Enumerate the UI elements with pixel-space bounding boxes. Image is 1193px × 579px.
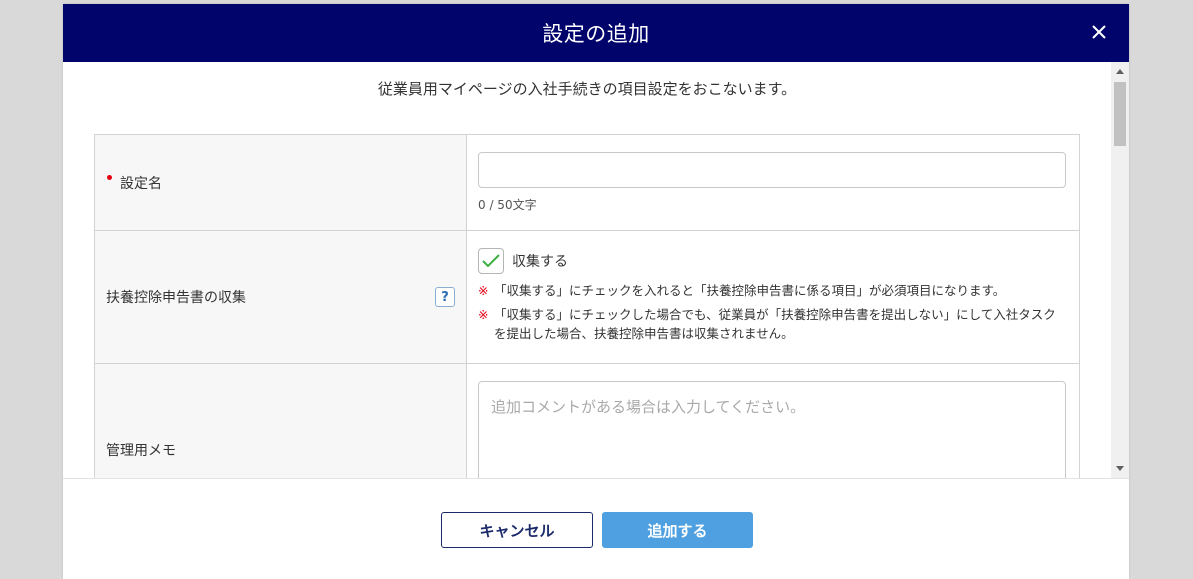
close-button[interactable]: [1088, 21, 1110, 43]
note-mark: ※: [478, 307, 489, 322]
form-value-cell: 0 / 50文字: [467, 135, 1079, 230]
note-text: 「収集する」にチェックを入れると「扶養控除申告書に係る項目」が必須項目になります…: [494, 283, 1006, 298]
dependent-form-label: 扶養控除申告書の収集: [106, 290, 246, 306]
form-row-name: 設定名 0 / 50文字: [95, 135, 1079, 231]
help-button[interactable]: ?: [435, 287, 455, 307]
setting-name-input[interactable]: [478, 152, 1066, 188]
add-button[interactable]: 追加する: [602, 512, 753, 548]
memo-label: 管理用メモ: [106, 443, 176, 459]
scroll-down-arrow-icon[interactable]: [1116, 466, 1124, 471]
collect-checkbox-row[interactable]: 収集する: [478, 248, 568, 274]
cancel-button[interactable]: キャンセル: [441, 512, 593, 548]
memo-textarea[interactable]: 追加コメントがある場合は入力してください。: [478, 381, 1066, 478]
note-not-collected: ※ 「収集する」にチェックした場合でも、従業員が「扶養控除申告書を提出しない」に…: [478, 305, 1058, 343]
settings-form: 設定名 0 / 50文字 扶養控除申告書の収集 ? 収集する ※ 「収集する」に…: [94, 134, 1080, 478]
form-label-cell: 管理用メモ: [95, 364, 467, 478]
modal-header: 設定の追加: [63, 4, 1129, 62]
setting-name-label: 設定名: [120, 175, 162, 192]
collect-checkbox-label: 収集する: [512, 254, 568, 270]
note-text: 「収集する」にチェックした場合でも、従業員が「扶養控除申告書を提出しない」にして…: [494, 307, 1056, 341]
required-indicator: [107, 175, 112, 180]
form-row-dependent-form: 扶養控除申告書の収集 ? 収集する ※ 「収集する」にチェックを入れると「扶養控…: [95, 231, 1079, 364]
scroll-up-arrow-icon[interactable]: [1116, 69, 1124, 74]
note-mark: ※: [478, 283, 489, 298]
modal-title: 設定の追加: [542, 22, 650, 46]
close-icon: [1092, 25, 1106, 39]
modal-footer: キャンセル 追加する: [63, 478, 1129, 579]
form-value-cell: 収集する ※ 「収集する」にチェックを入れると「扶養控除申告書に係る項目」が必須…: [467, 231, 1079, 363]
modal-body: 従業員用マイページの入社手続きの項目設定をおこないます。 設定名 0 / 50文…: [63, 62, 1129, 478]
note-required-items: ※ 「収集する」にチェックを入れると「扶養控除申告書に係る項目」が必須項目になり…: [478, 281, 1005, 300]
scroll-thumb[interactable]: [1114, 82, 1126, 146]
settings-add-modal: 設定の追加 従業員用マイページの入社手続きの項目設定をおこないます。 設定名 0: [63, 4, 1129, 579]
form-label-cell: 扶養控除申告書の収集 ?: [95, 231, 467, 363]
modal-scroll-content: 従業員用マイページの入社手続きの項目設定をおこないます。 設定名 0 / 50文…: [63, 62, 1111, 478]
form-row-memo: 管理用メモ 追加コメントがある場合は入力してください。: [95, 364, 1079, 478]
form-value-cell: 追加コメントがある場合は入力してください。: [467, 364, 1079, 478]
checkmark-icon: [482, 254, 500, 268]
char-count: 0 / 50文字: [478, 198, 537, 212]
collect-checkbox[interactable]: [478, 248, 504, 274]
vertical-scrollbar[interactable]: [1111, 62, 1129, 478]
modal-description: 従業員用マイページの入社手続きの項目設定をおこないます。: [377, 80, 797, 98]
form-label-cell: 設定名: [95, 135, 467, 230]
